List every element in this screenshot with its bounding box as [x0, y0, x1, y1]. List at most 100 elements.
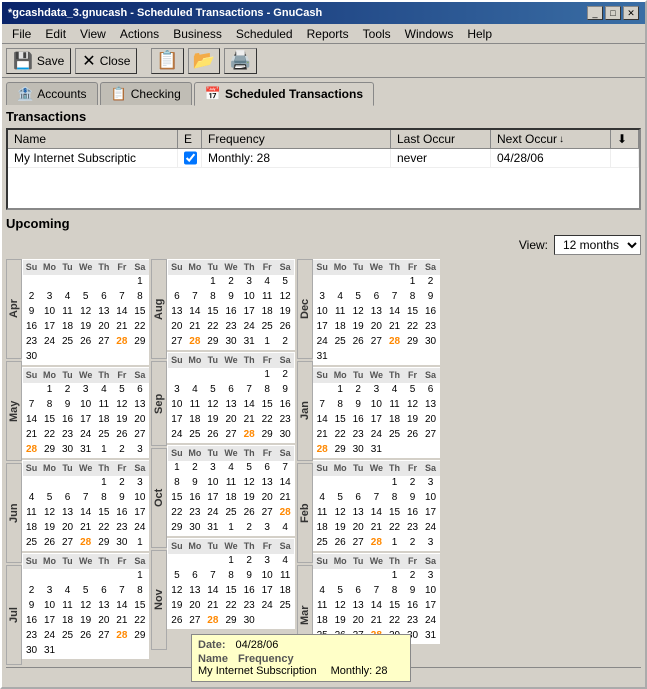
month-label-jul: Jul: [6, 565, 22, 665]
tab-accounts[interactable]: 🏦 Accounts: [6, 82, 98, 105]
col-frequency: Frequency: [202, 130, 391, 148]
calendar-feb: SuMoTuWeThFrSa 123 45678910 111213141516…: [313, 460, 440, 551]
month-label-aug: Aug: [151, 259, 167, 359]
checking-icon: 📋: [111, 86, 127, 102]
table-row: My Internet Subscriptic Monthly: 28 neve…: [8, 149, 639, 168]
window-title: *gcashdata_3.gnucash - Scheduled Transac…: [8, 7, 322, 19]
cell-enabled[interactable]: [178, 149, 202, 167]
col-actions: ⬇: [611, 130, 639, 148]
month-label-feb: Feb: [297, 463, 313, 563]
close-tab-button[interactable]: ✕ Close: [75, 48, 137, 74]
toolbar: 💾 Save ✕ Close 📋 📂 🖨️: [2, 44, 645, 78]
close-button[interactable]: ✕: [623, 6, 639, 20]
save-icon: 💾: [13, 51, 33, 71]
action-btn-2[interactable]: 📂: [188, 48, 220, 74]
transactions-table: Name E Frequency Last Occur Next Occur ↓…: [6, 128, 641, 210]
tooltip-name-label: Name: [198, 653, 228, 665]
calendar-sep: SuMoTuWeThFrSa 12 3456789 10111213141516…: [167, 352, 294, 443]
cell-extra: [611, 149, 639, 167]
table-empty-area: [8, 168, 639, 208]
menu-help[interactable]: Help: [461, 26, 498, 42]
calendar-jul: SuMoTuWeThFrSa 1 2345678 9101112131415 1…: [22, 553, 149, 659]
cal-col-3: Dec Jan Feb Mar SuMoTuWeThFrSa 12 345678…: [297, 259, 440, 665]
upcoming-title: Upcoming: [6, 216, 641, 231]
cal-months-1: SuMoTuWeThFrSa 1 2345678 9101112131415 1…: [22, 259, 149, 665]
view-selector: View: 1 month 3 months 6 months 12 month…: [6, 235, 641, 255]
col-next-occur: Next Occur ↓: [491, 130, 611, 148]
accounts-icon: 🏦: [17, 86, 33, 102]
tabs-bar: 🏦 Accounts 📋 Checking 📅 Scheduled Transa…: [2, 78, 645, 105]
cell-next-occur: 04/28/06: [491, 149, 611, 167]
menu-actions[interactable]: Actions: [114, 26, 165, 42]
calendar-jun: SuMoTuWeThFrSa 123 45678910 111213141516…: [22, 460, 149, 551]
month-label-nov: Nov: [151, 550, 167, 650]
maximize-button[interactable]: □: [605, 6, 621, 20]
month-label-apr: Apr: [6, 259, 22, 359]
menu-tools[interactable]: Tools: [357, 26, 397, 42]
calendar-apr: SuMoTuWeThFrSa 1 2345678 9101112131415 1…: [22, 259, 149, 365]
tab-scheduled[interactable]: 📅 Scheduled Transactions: [194, 82, 374, 106]
action-btn-3[interactable]: 🖨️: [224, 48, 256, 74]
tooltip-date-value: 04/28/06: [236, 639, 279, 651]
tab-checking-label: Checking: [131, 87, 181, 101]
month-label-jan: Jan: [297, 361, 313, 461]
tooltip-name-value: My Internet Subscription: [198, 665, 317, 677]
tooltip: Date: 04/28/06 Name Frequency My Interne…: [191, 634, 411, 682]
menu-scheduled[interactable]: Scheduled: [230, 26, 299, 42]
col-enabled: E: [178, 130, 202, 148]
tab-accounts-label: Accounts: [37, 87, 86, 101]
menu-edit[interactable]: Edit: [39, 26, 72, 42]
calendar-may: SuMoTuWeThFrSa 123456 78910111213 141516…: [22, 367, 149, 458]
tab-checking[interactable]: 📋 Checking: [100, 82, 192, 105]
calendar-dec: SuMoTuWeThFrSa 12 3456789 10111213141516…: [313, 259, 440, 365]
calendar-nov: SuMoTuWeThFrSa 1234 567891011 1213141516…: [167, 538, 294, 629]
tooltip-values-row: My Internet Subscription Monthly: 28: [198, 665, 404, 677]
month-labels-2: Aug Sep Oct Nov: [151, 259, 167, 665]
menu-bar: File Edit View Actions Business Schedule…: [2, 24, 645, 44]
title-bar: *gcashdata_3.gnucash - Scheduled Transac…: [2, 2, 645, 24]
cal-months-3: SuMoTuWeThFrSa 12 3456789 10111213141516…: [313, 259, 440, 665]
tooltip-freq-label: Frequency: [238, 653, 294, 665]
cell-name: My Internet Subscriptic: [8, 149, 178, 167]
tooltip-data-row: Name Frequency: [198, 653, 404, 665]
minimize-button[interactable]: _: [587, 6, 603, 20]
tooltip-freq-value: Monthly: 28: [331, 665, 388, 677]
calendar-mar: SuMoTuWeThFrSa 123 45678910 111213141516…: [313, 553, 440, 644]
tab-scheduled-label: Scheduled Transactions: [225, 87, 363, 101]
main-content: Transactions Name E Frequency Last Occur…: [2, 105, 645, 689]
cal-col-2: Aug Sep Oct Nov SuMoTuWeThFrSa 12345 678…: [151, 259, 294, 665]
window-controls: _ □ ✕: [587, 6, 639, 20]
month-label-jun: Jun: [6, 463, 22, 563]
calendar-oct: SuMoTuWeThFrSa 1234567 891011121314 1516…: [167, 445, 294, 536]
menu-file[interactable]: File: [6, 26, 37, 42]
month-label-sep: Sep: [151, 361, 167, 446]
scheduled-icon: 📅: [205, 86, 221, 102]
transactions-title: Transactions: [6, 109, 641, 124]
month-label-oct: Oct: [151, 448, 167, 548]
col-last-occur: Last Occur: [391, 130, 491, 148]
tooltip-date-label: Date:: [198, 639, 226, 651]
cell-frequency: Monthly: 28: [202, 149, 391, 167]
menu-view[interactable]: View: [74, 26, 112, 42]
save-button[interactable]: 💾 Save: [6, 48, 71, 74]
cell-last-occur: never: [391, 149, 491, 167]
calendar-jan: SuMoTuWeThFrSa 123456 78910111213 141516…: [313, 367, 440, 458]
enabled-checkbox[interactable]: [184, 151, 197, 165]
month-labels-3: Dec Jan Feb Mar: [297, 259, 313, 665]
month-label-may: May: [6, 361, 22, 461]
tooltip-date-row: Date: 04/28/06: [198, 639, 404, 651]
close-icon: ✕: [82, 51, 95, 71]
view-select[interactable]: 1 month 3 months 6 months 12 months: [554, 235, 641, 255]
calendars-area: Apr May Jun Jul SuMoTuWeThFrSa 1 2345678…: [6, 259, 641, 665]
menu-windows[interactable]: Windows: [399, 26, 460, 42]
menu-business[interactable]: Business: [167, 26, 228, 42]
cal-months-2: SuMoTuWeThFrSa 12345 6789101112 13141516…: [167, 259, 294, 665]
col-name: Name: [8, 130, 178, 148]
table-header: Name E Frequency Last Occur Next Occur ↓…: [8, 130, 639, 149]
cal-col-1: Apr May Jun Jul SuMoTuWeThFrSa 1 2345678…: [6, 259, 149, 665]
calendar-aug: SuMoTuWeThFrSa 12345 6789101112 13141516…: [167, 259, 294, 350]
action-btn-1[interactable]: 📋: [151, 48, 183, 74]
month-labels-1: Apr May Jun Jul: [6, 259, 22, 665]
menu-reports[interactable]: Reports: [301, 26, 355, 42]
month-label-dec: Dec: [297, 259, 313, 359]
